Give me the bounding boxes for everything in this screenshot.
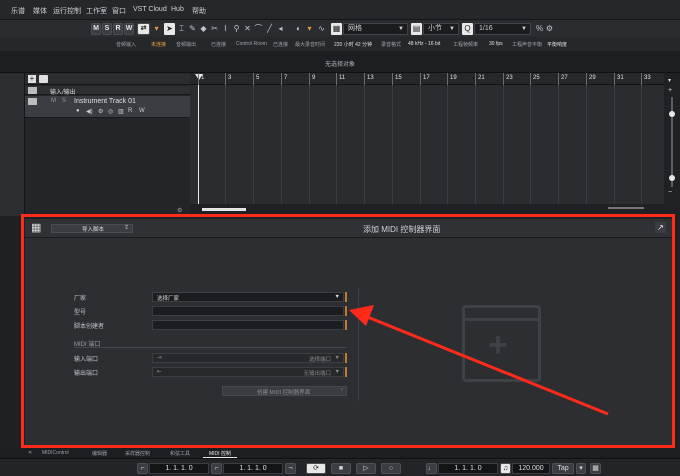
annotation-arrow: [349, 305, 609, 416]
